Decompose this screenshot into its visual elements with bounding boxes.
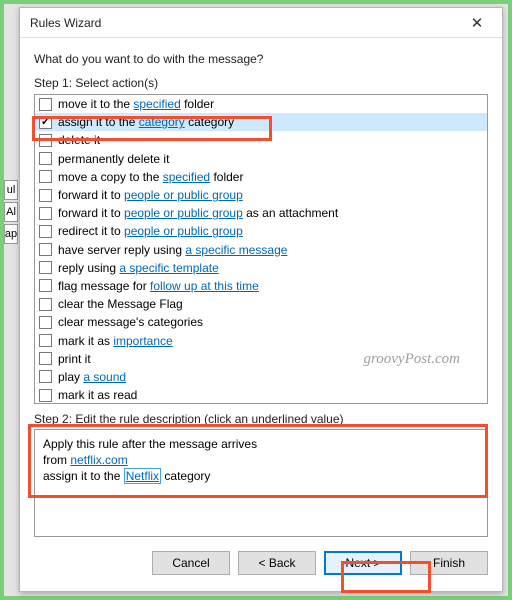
action-row[interactable]: reply using a specific template <box>35 259 487 277</box>
action-row[interactable]: move a copy to the specified folder <box>35 168 487 186</box>
action-link[interactable]: a sound <box>83 370 126 384</box>
desc-link-category[interactable]: Netflix <box>124 468 161 484</box>
action-link[interactable]: specified <box>133 97 180 111</box>
dialog-question: What do you want to do with the message? <box>34 52 488 66</box>
action-row[interactable]: assign it to the category category <box>35 113 487 131</box>
action-label: have server reply using a specific messa… <box>58 243 287 257</box>
bg-fragment: ul <box>4 180 18 200</box>
action-row[interactable]: forward it to people or public group <box>35 186 487 204</box>
action-checkbox[interactable] <box>39 279 52 292</box>
action-row[interactable]: mark it as read <box>35 386 487 404</box>
action-label: print it <box>58 352 91 366</box>
action-checkbox[interactable] <box>39 261 52 274</box>
rules-wizard-dialog: Rules Wizard ✕ What do you want to do wi… <box>19 7 503 592</box>
action-checkbox[interactable] <box>39 98 52 111</box>
action-row[interactable]: permanently delete it <box>35 150 487 168</box>
action-checkbox[interactable] <box>39 189 52 202</box>
action-row[interactable]: redirect it to people or public group <box>35 222 487 240</box>
action-link[interactable]: a specific message <box>185 243 287 257</box>
desc-line: assign it to the Netflix category <box>43 468 479 484</box>
action-row[interactable]: print it <box>35 350 487 368</box>
action-row[interactable]: mark it as importance <box>35 331 487 349</box>
action-label: move a copy to the specified folder <box>58 170 243 184</box>
action-label: flag message for follow up at this time <box>58 279 259 293</box>
action-label: mark it as read <box>58 388 137 402</box>
action-row[interactable]: flag message for follow up at this time <box>35 277 487 295</box>
action-checkbox[interactable] <box>39 134 52 147</box>
desc-line: Apply this rule after the message arrive… <box>43 436 479 452</box>
action-checkbox[interactable] <box>39 389 52 402</box>
action-link[interactable]: category <box>139 115 185 129</box>
action-label: clear the Message Flag <box>58 297 183 311</box>
next-button[interactable]: Next > <box>324 551 402 575</box>
action-label: move it to the specified folder <box>58 97 214 111</box>
action-row[interactable]: clear the Message Flag <box>35 295 487 313</box>
action-label: assign it to the category category <box>58 115 234 129</box>
action-link[interactable]: people or public group <box>124 224 243 238</box>
action-link[interactable]: people or public group <box>124 188 243 202</box>
action-row[interactable]: move it to the specified folder <box>35 95 487 113</box>
action-link[interactable]: people or public group <box>124 206 243 220</box>
step1-label: Step 1: Select action(s) <box>34 76 488 90</box>
action-link[interactable]: importance <box>113 334 172 348</box>
desc-link-from[interactable]: netflix.com <box>70 453 127 467</box>
action-checkbox[interactable] <box>39 334 52 347</box>
finish-button[interactable]: Finish <box>410 551 488 575</box>
step2-label: Step 2: Edit the rule description (click… <box>34 412 488 426</box>
action-label: forward it to people or public group <box>58 188 243 202</box>
action-checkbox[interactable] <box>39 352 52 365</box>
action-label: clear message's categories <box>58 315 203 329</box>
close-button[interactable]: ✕ <box>456 10 498 36</box>
button-row: Cancel < Back Next > Finish <box>34 551 488 575</box>
action-checkbox[interactable] <box>39 243 52 256</box>
actions-list-wrap: move it to the specified folder assign it… <box>34 94 488 404</box>
action-link[interactable]: specified <box>163 170 210 184</box>
action-label: reply using a specific template <box>58 261 219 275</box>
desc-text: assign it to the <box>43 469 124 483</box>
action-label: mark it as importance <box>58 334 173 348</box>
actions-listbox[interactable]: move it to the specified folder assign it… <box>34 94 488 404</box>
action-label: delete it <box>58 133 100 147</box>
desc-text: from <box>43 453 70 467</box>
rule-description-box: Apply this rule after the message arrive… <box>34 429 488 537</box>
dialog-body: What do you want to do with the message?… <box>20 38 502 591</box>
action-row[interactable]: play a sound <box>35 368 487 386</box>
close-icon: ✕ <box>471 14 484 32</box>
action-row[interactable]: delete it <box>35 131 487 149</box>
cancel-button[interactable]: Cancel <box>152 551 230 575</box>
action-checkbox[interactable] <box>39 116 52 129</box>
action-checkbox[interactable] <box>39 370 52 383</box>
action-checkbox[interactable] <box>39 207 52 220</box>
action-checkbox[interactable] <box>39 225 52 238</box>
back-button[interactable]: < Back <box>238 551 316 575</box>
bg-fragment: ap <box>4 224 18 244</box>
action-row[interactable]: forward it to people or public group as … <box>35 204 487 222</box>
action-link[interactable]: a specific template <box>119 261 218 275</box>
bg-fragment: Al <box>4 202 18 222</box>
titlebar: Rules Wizard ✕ <box>20 8 502 38</box>
action-link[interactable]: follow up at this time <box>150 279 259 293</box>
dialog-title: Rules Wizard <box>30 16 456 30</box>
action-checkbox[interactable] <box>39 298 52 311</box>
action-label: forward it to people or public group as … <box>58 206 338 220</box>
desc-line: from netflix.com <box>43 452 479 468</box>
action-checkbox[interactable] <box>39 152 52 165</box>
action-row[interactable]: clear message's categories <box>35 313 487 331</box>
action-checkbox[interactable] <box>39 170 52 183</box>
action-label: permanently delete it <box>58 152 169 166</box>
action-checkbox[interactable] <box>39 316 52 329</box>
desc-text: category <box>161 469 210 483</box>
action-label: play a sound <box>58 370 126 384</box>
action-row[interactable]: have server reply using a specific messa… <box>35 241 487 259</box>
action-label: redirect it to people or public group <box>58 224 243 238</box>
app-background: ul Al ap Rules Wizard ✕ What do you want… <box>0 0 512 600</box>
